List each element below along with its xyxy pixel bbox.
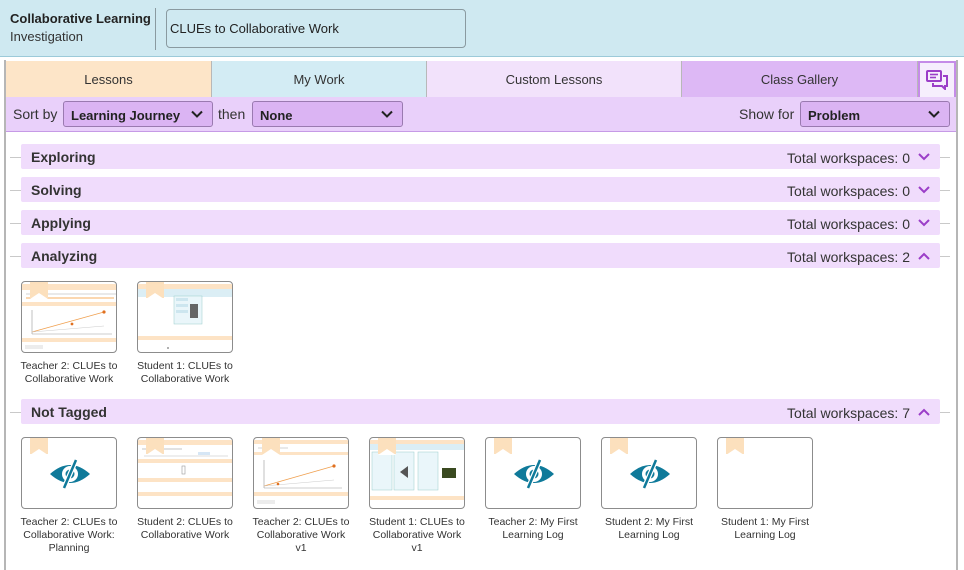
workspace-label: Teacher 2: CLUEs to Collaborative Work v… — [252, 516, 350, 554]
panel-border-left — [4, 60, 6, 570]
chat-bubbles-icon — [926, 70, 948, 90]
chevron-down-icon — [928, 110, 940, 118]
section-not-tagged[interactable]: Not Tagged Total workspaces: 7 — [21, 399, 940, 424]
workspace-label: Student 1: CLUEs to Collaborative Work v… — [369, 516, 465, 554]
chevron-up-icon[interactable] — [918, 251, 930, 261]
bookmark-icon[interactable] — [146, 282, 164, 299]
section-title: Analyzing — [31, 248, 98, 264]
workspace-thumbnail[interactable] — [137, 281, 233, 353]
sort-toolbar: Sort by Learning Journey then None Show … — [6, 97, 956, 132]
workspace-thumbnail[interactable] — [717, 437, 813, 509]
workspace-thumbnail[interactable] — [21, 281, 117, 353]
chevron-up-icon[interactable] — [918, 407, 930, 417]
sort-by-label: Sort by — [13, 106, 58, 122]
workspace-thumbnail[interactable] — [253, 437, 349, 509]
secondary-sort-select[interactable]: None — [252, 101, 403, 127]
workspace-label: Student 2: My First Learning Log — [604, 516, 694, 541]
chevron-down-icon — [191, 110, 203, 118]
sort-by-value: Learning Journey — [71, 108, 181, 123]
chevron-down-icon[interactable] — [918, 152, 930, 162]
tab-lessons[interactable]: Lessons — [6, 61, 212, 97]
app-header: Collaborative Learning Investigation CLU… — [0, 0, 964, 57]
bookmark-icon[interactable] — [30, 282, 48, 299]
section-title: Not Tagged — [31, 404, 107, 420]
bookmark-icon[interactable] — [726, 438, 744, 455]
secondary-sort-value: None — [260, 108, 293, 123]
bookmark-icon[interactable] — [494, 438, 512, 455]
then-label: then — [218, 106, 246, 122]
section-title: Solving — [31, 182, 82, 198]
section-total: Total workspaces: 0 — [787, 150, 910, 166]
document-title-field[interactable]: CLUEs to Collaborative Work — [166, 9, 466, 48]
chat-toggle-button[interactable] — [918, 61, 956, 97]
show-for-label: Show for — [739, 106, 795, 122]
section-solving[interactable]: Solving Total workspaces: 0 — [21, 177, 940, 202]
bookmark-icon[interactable] — [146, 438, 164, 455]
workspace-thumbnail[interactable] — [601, 437, 697, 509]
workspace-label: Student 1: CLUEs to Collaborative Work — [137, 360, 233, 385]
workspace-thumbnail[interactable] — [485, 437, 581, 509]
section-title: Exploring — [31, 149, 96, 165]
app-title: Collaborative Learning — [10, 11, 151, 26]
section-title: Applying — [31, 215, 91, 231]
chevron-down-icon — [381, 110, 393, 118]
workspace-thumbnail[interactable] — [369, 437, 465, 509]
panel-border-right — [956, 60, 958, 570]
workspace-label: Student 1: My First Learning Log — [720, 516, 810, 541]
tab-my-work[interactable]: My Work — [212, 61, 427, 97]
app-subtitle: Investigation — [10, 29, 83, 44]
sort-by-select[interactable]: Learning Journey — [63, 101, 213, 127]
bookmark-icon[interactable] — [262, 438, 280, 455]
section-total: Total workspaces: 2 — [787, 249, 910, 265]
show-for-value: Problem — [808, 108, 861, 123]
app-root: Collaborative Learning Investigation CLU… — [0, 0, 964, 570]
show-for-select[interactable]: Problem — [800, 101, 950, 127]
section-total: Total workspaces: 0 — [787, 183, 910, 199]
bookmark-icon[interactable] — [378, 438, 396, 455]
chevron-down-icon[interactable] — [918, 185, 930, 195]
nav-tabs: Lessons My Work Custom Lessons Class Gal… — [6, 61, 956, 97]
section-total: Total workspaces: 0 — [787, 216, 910, 232]
workspace-label: Student 2: CLUEs to Collaborative Work — [137, 516, 233, 541]
header-divider — [155, 8, 156, 50]
tab-class-gallery[interactable]: Class Gallery — [682, 61, 918, 97]
section-analyzing[interactable]: Analyzing Total workspaces: 2 — [21, 243, 940, 268]
workspace-label: Teacher 2: CLUEs to Collaborative Work: … — [20, 516, 118, 554]
workspace-thumbnail[interactable] — [137, 437, 233, 509]
section-applying[interactable]: Applying Total workspaces: 0 — [21, 210, 940, 235]
bookmark-icon[interactable] — [610, 438, 628, 455]
workspace-thumbnail[interactable] — [21, 437, 117, 509]
section-total: Total workspaces: 7 — [787, 405, 910, 421]
section-exploring[interactable]: Exploring Total workspaces: 0 — [21, 144, 940, 169]
workspace-label: Teacher 2: My First Learning Log — [488, 516, 578, 541]
tab-custom-lessons[interactable]: Custom Lessons — [427, 61, 682, 97]
bookmark-icon[interactable] — [30, 438, 48, 455]
chevron-down-icon[interactable] — [918, 218, 930, 228]
workspace-label: Teacher 2: CLUEs to Collaborative Work — [20, 360, 118, 385]
